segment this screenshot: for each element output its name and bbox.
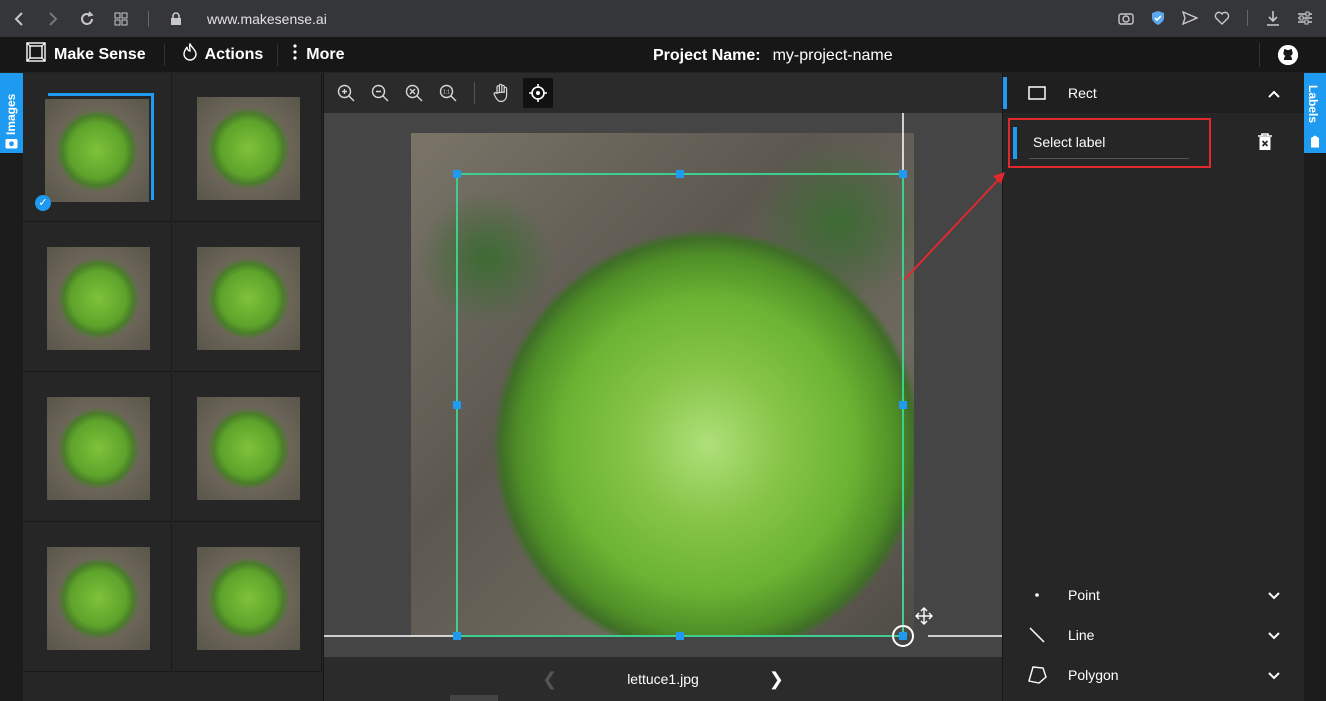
resize-handle bbox=[453, 170, 461, 178]
settings-sliders-icon[interactable] bbox=[1294, 7, 1316, 29]
thumbnail-image bbox=[197, 547, 300, 650]
left-side-strip bbox=[0, 73, 23, 701]
highlight-box bbox=[1008, 118, 1211, 168]
images-tab-label: Images bbox=[4, 93, 18, 135]
thumbnail-image bbox=[197, 97, 300, 200]
move-cursor-icon bbox=[915, 607, 933, 625]
thumbnail-image bbox=[47, 397, 150, 500]
forward-icon[interactable] bbox=[42, 8, 64, 30]
more-label: More bbox=[306, 45, 345, 63]
actions-label: Actions bbox=[204, 45, 264, 63]
polygon-icon bbox=[1027, 665, 1047, 685]
editor-canvas-area: 1:1 ❮ lettuce1.jpg ❯ bbox=[324, 73, 1002, 701]
actions-menu[interactable]: Actions bbox=[182, 42, 264, 66]
previous-image-button[interactable]: ❮ bbox=[542, 669, 557, 690]
editor-status-bar: ❮ lettuce1.jpg ❯ bbox=[324, 657, 1002, 701]
brand-name: Make Sense bbox=[54, 45, 146, 63]
top-divider bbox=[277, 43, 279, 66]
line-icon bbox=[1027, 625, 1047, 645]
heart-icon[interactable] bbox=[1211, 7, 1233, 29]
tool-line[interactable]: Line bbox=[1003, 615, 1304, 655]
github-icon[interactable] bbox=[1278, 45, 1298, 65]
chevron-down-icon[interactable] bbox=[1268, 627, 1280, 643]
thumbnail-image bbox=[197, 247, 300, 350]
project-name-field[interactable]: Project Name: my-project-name bbox=[653, 47, 893, 65]
more-menu[interactable]: More bbox=[292, 44, 345, 65]
thumbnail[interactable] bbox=[23, 373, 172, 522]
brand[interactable]: Make Sense bbox=[26, 42, 146, 67]
tool-rect-label: Rect bbox=[1068, 85, 1097, 101]
labels-tab-label: Labels bbox=[1306, 85, 1320, 124]
project-label: Project Name: bbox=[653, 47, 761, 64]
reload-icon[interactable] bbox=[76, 8, 98, 30]
thumbnail-image bbox=[47, 547, 150, 650]
image-filename: lettuce1.jpg bbox=[627, 671, 699, 687]
browser-toolbar: www.makesense.ai bbox=[0, 0, 1326, 37]
labels-tab[interactable]: Labels bbox=[1304, 73, 1326, 153]
address-bar[interactable]: www.makesense.ai bbox=[207, 11, 327, 27]
horizontal-scrollbar[interactable] bbox=[450, 695, 498, 701]
selection-indicator bbox=[48, 93, 154, 200]
camera-icon bbox=[5, 139, 18, 149]
check-icon: ✓ bbox=[35, 195, 51, 211]
tag-icon bbox=[1311, 135, 1319, 148]
right-side-strip bbox=[1304, 73, 1326, 701]
rectangle-icon bbox=[1027, 83, 1047, 103]
tool-rect[interactable]: Rect bbox=[1003, 73, 1304, 113]
toolbar-divider bbox=[148, 10, 149, 27]
project-name[interactable]: my-project-name bbox=[773, 47, 893, 65]
top-divider bbox=[1259, 43, 1260, 67]
tool-point-label: Point bbox=[1068, 587, 1100, 603]
resize-handle bbox=[453, 632, 461, 640]
thumbnail[interactable] bbox=[173, 373, 322, 522]
chevron-up-icon[interactable] bbox=[1268, 85, 1280, 101]
shield-icon[interactable] bbox=[1147, 7, 1169, 29]
resize-handle bbox=[676, 170, 684, 178]
tool-polygon-label: Polygon bbox=[1068, 667, 1119, 683]
app-top-bar: Make Sense Actions More Project Name: my… bbox=[0, 37, 1326, 73]
speed-dial-icon[interactable] bbox=[110, 8, 132, 30]
label-tools-panel: Rect Select label Point Line Polygon bbox=[1003, 73, 1304, 701]
image-list: ✓ bbox=[23, 73, 323, 701]
images-tab[interactable]: Images bbox=[0, 73, 23, 153]
annotation-overlay bbox=[324, 113, 1002, 647]
back-icon[interactable] bbox=[8, 8, 30, 30]
thumbnail-image bbox=[197, 397, 300, 500]
thumbnail[interactable] bbox=[173, 73, 322, 222]
download-icon[interactable] bbox=[1262, 7, 1284, 29]
tool-line-label: Line bbox=[1068, 627, 1095, 643]
resize-handle bbox=[899, 632, 907, 640]
more-vertical-icon bbox=[292, 44, 298, 65]
tool-point[interactable]: Point bbox=[1003, 575, 1304, 615]
resize-handle bbox=[899, 170, 907, 178]
thumbnail[interactable] bbox=[173, 523, 322, 672]
fire-icon bbox=[182, 42, 197, 66]
resize-handle bbox=[676, 632, 684, 640]
resize-handle bbox=[453, 401, 461, 409]
chevron-down-icon[interactable] bbox=[1268, 667, 1280, 683]
thumbnail[interactable] bbox=[173, 223, 322, 372]
lock-icon[interactable] bbox=[165, 8, 187, 30]
logo-icon bbox=[26, 42, 46, 67]
resize-handle bbox=[899, 401, 907, 409]
camera-icon[interactable] bbox=[1115, 7, 1137, 29]
delete-icon[interactable] bbox=[1257, 133, 1273, 151]
next-image-button[interactable]: ❯ bbox=[769, 669, 784, 690]
toolbar-divider bbox=[1247, 10, 1248, 26]
bounding-box bbox=[456, 173, 904, 637]
thumbnail[interactable]: ✓ bbox=[23, 73, 172, 222]
tool-polygon[interactable]: Polygon bbox=[1003, 655, 1304, 695]
thumbnail[interactable] bbox=[23, 223, 172, 372]
point-icon bbox=[1027, 585, 1047, 605]
chevron-down-icon[interactable] bbox=[1268, 587, 1280, 603]
thumbnail-image bbox=[47, 247, 150, 350]
top-divider bbox=[163, 43, 165, 66]
thumbnail[interactable] bbox=[23, 523, 172, 672]
send-icon[interactable] bbox=[1179, 7, 1201, 29]
